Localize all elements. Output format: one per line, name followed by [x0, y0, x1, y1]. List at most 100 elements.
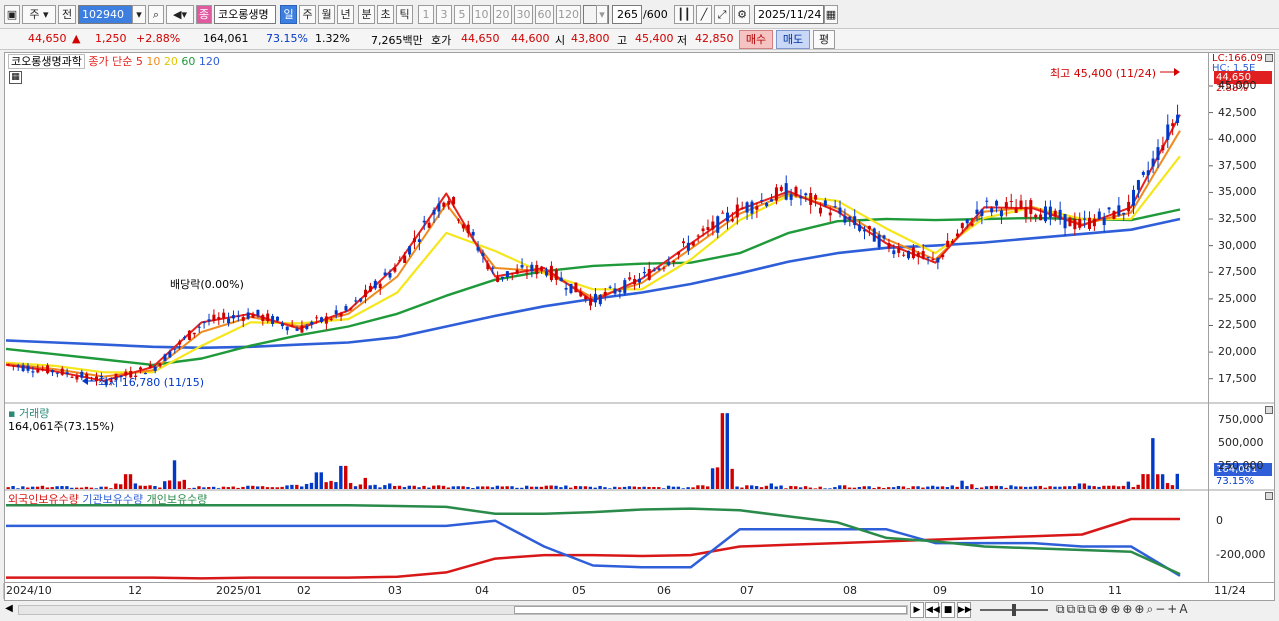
volume-bar: [828, 488, 832, 489]
inst-legend: 기관보유수량: [82, 493, 144, 506]
volume-bar: [260, 486, 265, 489]
price-tick-label: 32,500: [1218, 212, 1257, 226]
candle-body: [1019, 200, 1023, 209]
panel2-menu-icon[interactable]: [1265, 406, 1273, 414]
candle-body: [6, 364, 10, 366]
fast-forward-icon[interactable]: ▶▶: [957, 602, 972, 618]
candle-body: [378, 283, 382, 289]
candle-body: [951, 240, 955, 243]
candle-body: [833, 206, 837, 208]
volume-bar: [569, 487, 573, 489]
candle-body: [657, 268, 661, 270]
volume-bar: [1072, 486, 1077, 489]
candle-body: [75, 375, 79, 380]
candle-body: [11, 365, 15, 367]
candle-body: [980, 209, 984, 216]
candle-body: [447, 201, 451, 205]
scroll-right-icon[interactable]: ▶: [910, 602, 924, 618]
chart-tools-icons[interactable]: ⧉⧉⧉⧉⊕⊕⊕⊕⌕−+A: [1056, 602, 1190, 617]
candle-body: [828, 212, 832, 216]
candle-body: [696, 235, 700, 237]
volume-bar: [520, 487, 524, 489]
candle-body: [554, 269, 558, 280]
candle-body: [1092, 218, 1096, 227]
volume-bar: [989, 485, 994, 489]
candle-body: [975, 209, 979, 214]
candle-body: [647, 269, 651, 280]
candle-body: [315, 317, 319, 319]
volume-bar: [1116, 486, 1121, 489]
candle-body: [320, 317, 324, 323]
volume-bar: [6, 487, 10, 489]
scroll-left-icon[interactable]: ◀: [2, 603, 16, 617]
high-annotation: 최고 45,400 (11/24): [1050, 67, 1157, 80]
x-tick-label: 04: [475, 584, 489, 597]
table-icon[interactable]: ▦: [9, 71, 22, 84]
candle-body: [1156, 147, 1160, 160]
volume-bar: [588, 486, 592, 489]
volume-bar: [652, 486, 656, 489]
volume-bar: [627, 486, 632, 489]
candle-body: [36, 369, 40, 373]
rewind-icon[interactable]: ◀◀: [925, 602, 940, 618]
scroll-bar[interactable]: ◀ ▶ ◀◀ ■ ▶▶ ⧉⧉⧉⧉⊕⊕⊕⊕⌕−+A: [0, 601, 1279, 621]
candle-body: [569, 283, 573, 293]
panel1-menu-icon[interactable]: [1265, 54, 1273, 62]
candle-body: [70, 376, 74, 378]
volume-bar: [1156, 474, 1160, 489]
volume-bar: [891, 487, 896, 489]
scroll-track[interactable]: [18, 605, 908, 615]
candle-body: [735, 204, 739, 218]
volume-bar: [177, 481, 182, 489]
candle-body: [217, 317, 221, 320]
zoom-slider[interactable]: [980, 604, 1048, 616]
candle-body: [403, 255, 407, 263]
foreign-legend: 외국인보유수량: [8, 493, 79, 506]
volume-bar: [603, 487, 607, 489]
candle-body: [955, 233, 959, 237]
candle-body: [173, 348, 177, 350]
volume-bar: [960, 480, 964, 489]
volume-tick-label: 750,000: [1218, 412, 1264, 426]
volume-bar: [79, 487, 84, 489]
volume-bar: [1023, 486, 1028, 489]
volume-bar: [55, 486, 59, 489]
volume-bar: [344, 465, 348, 489]
candle-body: [652, 270, 656, 272]
volume-bar: [65, 486, 69, 489]
volume-bar: [617, 487, 622, 489]
volume-bar: [838, 485, 842, 489]
x-tick-label: 03: [388, 584, 402, 597]
volume-bar: [1028, 486, 1033, 489]
volume-bar: [231, 486, 235, 489]
scroll-thumb[interactable]: [514, 606, 907, 614]
candle-body: [946, 240, 950, 247]
volume-bar: [769, 483, 773, 489]
stop-icon[interactable]: ■: [941, 602, 955, 618]
volume-bar: [1170, 485, 1175, 489]
price-tick-label: 35,000: [1218, 185, 1257, 199]
volume-bar: [671, 486, 676, 489]
ma5-line: [5, 114, 1181, 382]
volume-bar: [70, 487, 74, 489]
zoom-slider-handle[interactable]: [1012, 604, 1016, 616]
holding-tick-label: 0: [1216, 513, 1223, 527]
volume-bar: [759, 487, 764, 489]
retail-legend: 개인보유수량: [146, 493, 208, 506]
x-tick-label: 2024/10: [6, 584, 52, 597]
candle-body: [701, 228, 705, 232]
volume-bar: [466, 486, 470, 489]
candle-body: [686, 242, 690, 251]
volume-bar: [182, 479, 186, 489]
candle-body: [163, 354, 167, 362]
volume-bar: [84, 486, 89, 489]
candle-body: [1161, 145, 1165, 151]
volume-bar: [842, 485, 847, 489]
volume-bar: [163, 481, 167, 489]
volume-bar: [833, 487, 837, 489]
volume-bar: [1102, 485, 1106, 489]
volume-bar: [598, 485, 602, 489]
volume-bar: [241, 486, 245, 489]
panel3-menu-icon[interactable]: [1265, 492, 1273, 500]
volume-bar: [950, 485, 954, 489]
